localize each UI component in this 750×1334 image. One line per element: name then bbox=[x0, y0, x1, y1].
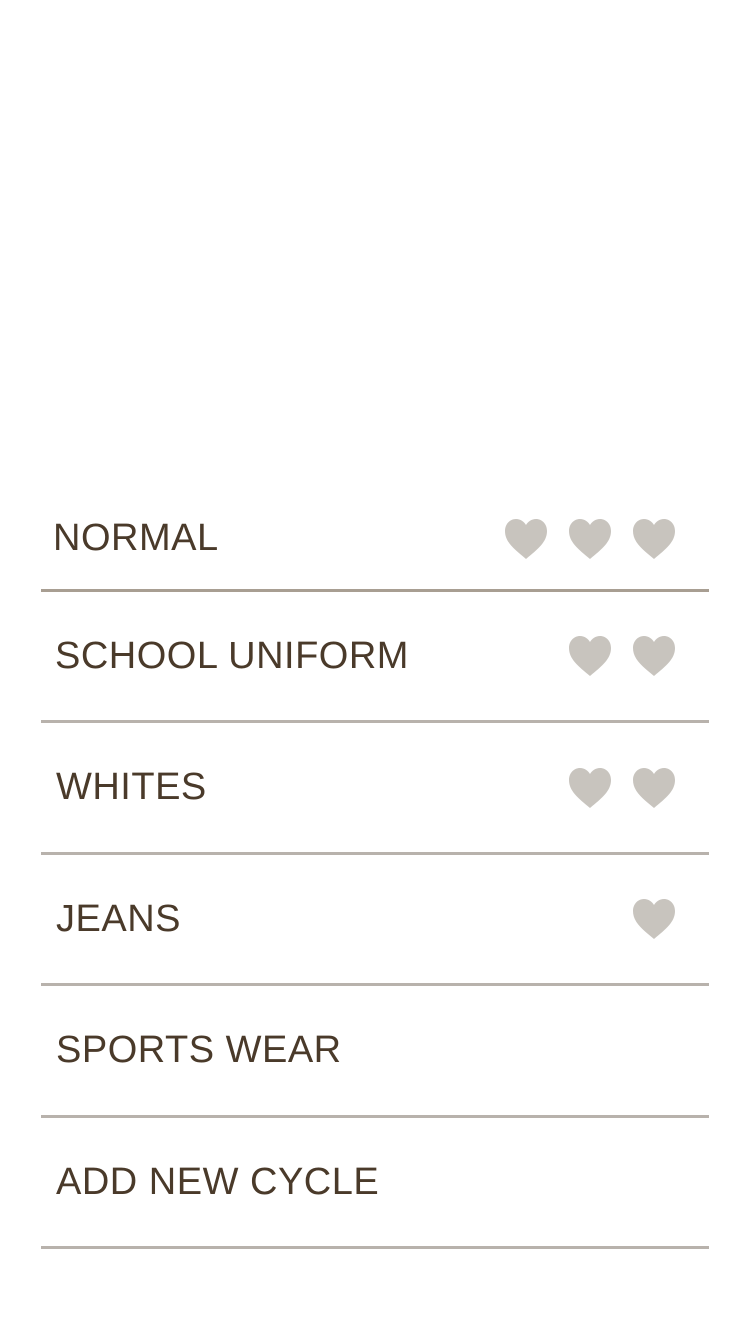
heart-icon bbox=[568, 518, 612, 560]
cycle-label: WHITES bbox=[56, 766, 207, 808]
cycle-rating bbox=[568, 767, 709, 809]
cycle-row-sports-wear[interactable]: SPORTS WEAR bbox=[41, 986, 709, 1118]
add-new-cycle-button[interactable]: ADD NEW CYCLE bbox=[41, 1118, 709, 1249]
heart-icon bbox=[632, 635, 676, 677]
cycle-rating bbox=[504, 518, 709, 560]
heart-icon bbox=[568, 767, 612, 809]
cycle-rating bbox=[632, 898, 709, 940]
cycle-row-school-uniform[interactable]: SCHOOL UNIFORM bbox=[41, 592, 709, 723]
cycle-row-normal[interactable]: NORMAL bbox=[41, 488, 709, 592]
add-new-cycle-label: ADD NEW CYCLE bbox=[56, 1160, 380, 1203]
cycle-rating bbox=[568, 635, 709, 677]
heart-icon bbox=[632, 518, 676, 560]
cycle-label: SPORTS WEAR bbox=[56, 1029, 342, 1071]
heart-icon bbox=[504, 518, 548, 560]
heart-icon bbox=[568, 635, 612, 677]
cycle-label: JEANS bbox=[56, 897, 181, 940]
cycle-row-jeans[interactable]: JEANS bbox=[41, 855, 709, 986]
heart-icon bbox=[632, 767, 676, 809]
cycle-label: SCHOOL UNIFORM bbox=[55, 634, 409, 677]
cycle-label: NORMAL bbox=[53, 517, 219, 559]
heart-icon bbox=[632, 898, 676, 940]
cycle-row-whites[interactable]: WHITES bbox=[41, 723, 709, 855]
